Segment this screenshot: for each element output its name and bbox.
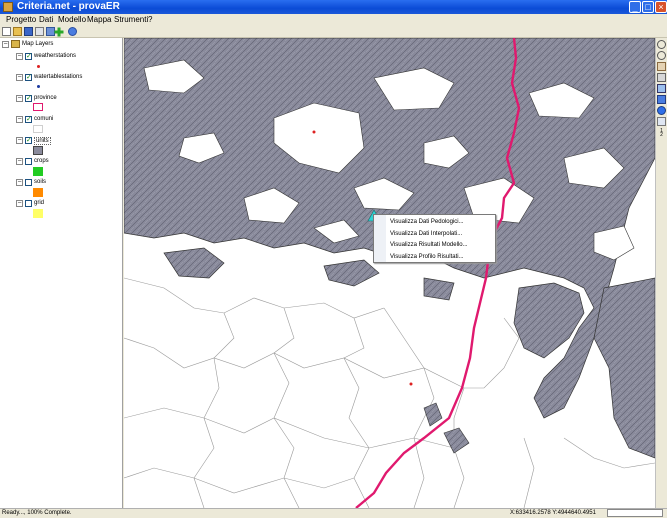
expand-icon[interactable]: −	[16, 95, 23, 102]
minimize-icon[interactable]: _	[629, 1, 641, 13]
legend-swatch	[33, 103, 43, 111]
layer-checkbox[interactable]: ✓	[25, 116, 32, 123]
weather-station-marker[interactable]	[409, 382, 413, 386]
menu-item-risultati-modello[interactable]: Visualizza Risultati Modello...	[390, 242, 468, 248]
menu-help[interactable]: ?	[148, 15, 152, 24]
layer-label: units	[34, 137, 51, 145]
info-icon[interactable]	[657, 106, 666, 115]
menu-dati[interactable]: Dati	[39, 15, 53, 24]
globe-icon[interactable]	[657, 84, 666, 93]
maximize-icon[interactable]: □	[642, 1, 654, 13]
layer-checkbox[interactable]: ✓	[25, 74, 32, 81]
layer-label: grid	[34, 200, 45, 206]
layer-checkbox[interactable]: ✓	[25, 137, 32, 144]
menu-item-dati-pedologici[interactable]: Visualizza Dati Pedologici...	[390, 219, 464, 225]
layer-label: comuni	[34, 116, 54, 122]
legend-swatch	[37, 65, 40, 68]
menu-mappa[interactable]: Mappa	[87, 15, 111, 24]
scale-icon[interactable]: 12	[657, 129, 666, 138]
layer-label: crops	[34, 158, 49, 164]
full-extent-icon[interactable]	[657, 73, 666, 82]
add-layer-icon[interactable]	[54, 27, 64, 37]
coordinate-readout: X:633416.2578 Y:4944640.4951	[510, 510, 596, 516]
menu-bar: Progetto Dati Modello Mappa Strumenti ?	[0, 14, 667, 26]
menu-item-dati-interpolati[interactable]: Visualizza Dati Interpolati...	[390, 231, 462, 237]
menu-modello[interactable]: Modello	[58, 15, 86, 24]
help-icon[interactable]	[68, 27, 77, 36]
zoom-in-icon[interactable]	[657, 40, 666, 49]
status-input-box[interactable]	[607, 509, 663, 517]
expand-icon[interactable]: −	[16, 158, 23, 165]
close-icon[interactable]: ×	[655, 1, 667, 13]
expand-icon[interactable]: −	[16, 53, 23, 60]
layer-checkbox[interactable]	[25, 200, 32, 207]
expand-icon[interactable]: −	[16, 116, 23, 123]
layer-checkbox[interactable]: ✓	[25, 53, 32, 60]
menu-item-profilo-risultati[interactable]: Visualizza Profilo Risultati...	[390, 254, 464, 260]
pan-hand-icon[interactable]	[657, 62, 666, 71]
expand-icon[interactable]: −	[16, 179, 23, 186]
print-icon[interactable]	[35, 27, 44, 36]
layer-checkbox[interactable]	[25, 179, 32, 186]
window-title: Criteria.net - provaER	[17, 1, 120, 12]
weather-station-marker[interactable]	[312, 130, 316, 134]
legend-swatch	[33, 209, 43, 218]
layer-label: province	[34, 95, 57, 101]
legend-swatch	[33, 167, 43, 176]
map-canvas[interactable]	[124, 38, 655, 508]
zoom-out-icon[interactable]	[657, 51, 666, 60]
table-icon[interactable]	[657, 117, 666, 126]
layer-label: weatherstations	[34, 53, 77, 59]
app-icon	[3, 2, 13, 12]
legend-swatch	[33, 188, 43, 197]
menu-strumenti[interactable]: Strumenti	[114, 15, 148, 24]
context-menu-gutter	[374, 215, 386, 262]
layers-folder-icon	[11, 40, 20, 48]
expand-icon[interactable]: −	[16, 137, 23, 144]
legend-swatch	[37, 85, 40, 88]
layers-panel: − Map Layers − ✓ weatherstations − ✓ wat…	[0, 38, 123, 508]
save-icon[interactable]	[24, 27, 33, 36]
map-tools: 12	[655, 38, 667, 508]
layers-root-label: Map Layers	[22, 41, 54, 47]
map-svg[interactable]	[124, 38, 655, 508]
status-message: Ready..., 100% Complete.	[2, 510, 72, 516]
layer-label: watertablestations	[34, 74, 83, 80]
layer-label: soils	[34, 179, 47, 185]
title-bar: Criteria.net - provaER _ □ ×	[0, 0, 667, 14]
expand-icon[interactable]: −	[16, 74, 23, 81]
context-menu: Visualizza Dati Pedologici... Visualizza…	[373, 214, 496, 263]
legend-swatch	[33, 125, 43, 133]
toolbar	[0, 26, 667, 38]
units-layer-lower	[423, 402, 470, 454]
new-file-icon[interactable]	[2, 27, 11, 36]
layer-checkbox[interactable]	[25, 158, 32, 165]
open-folder-icon[interactable]	[13, 27, 22, 36]
collapse-icon[interactable]: −	[2, 41, 9, 48]
layer-checkbox[interactable]: ✓	[25, 95, 32, 102]
legend-swatch	[33, 146, 43, 155]
select-arrow-icon[interactable]	[657, 95, 666, 104]
status-bar: Ready..., 100% Complete. X:633416.2578 Y…	[0, 508, 667, 518]
menu-progetto[interactable]: Progetto	[6, 15, 36, 24]
expand-icon[interactable]: −	[16, 200, 23, 207]
